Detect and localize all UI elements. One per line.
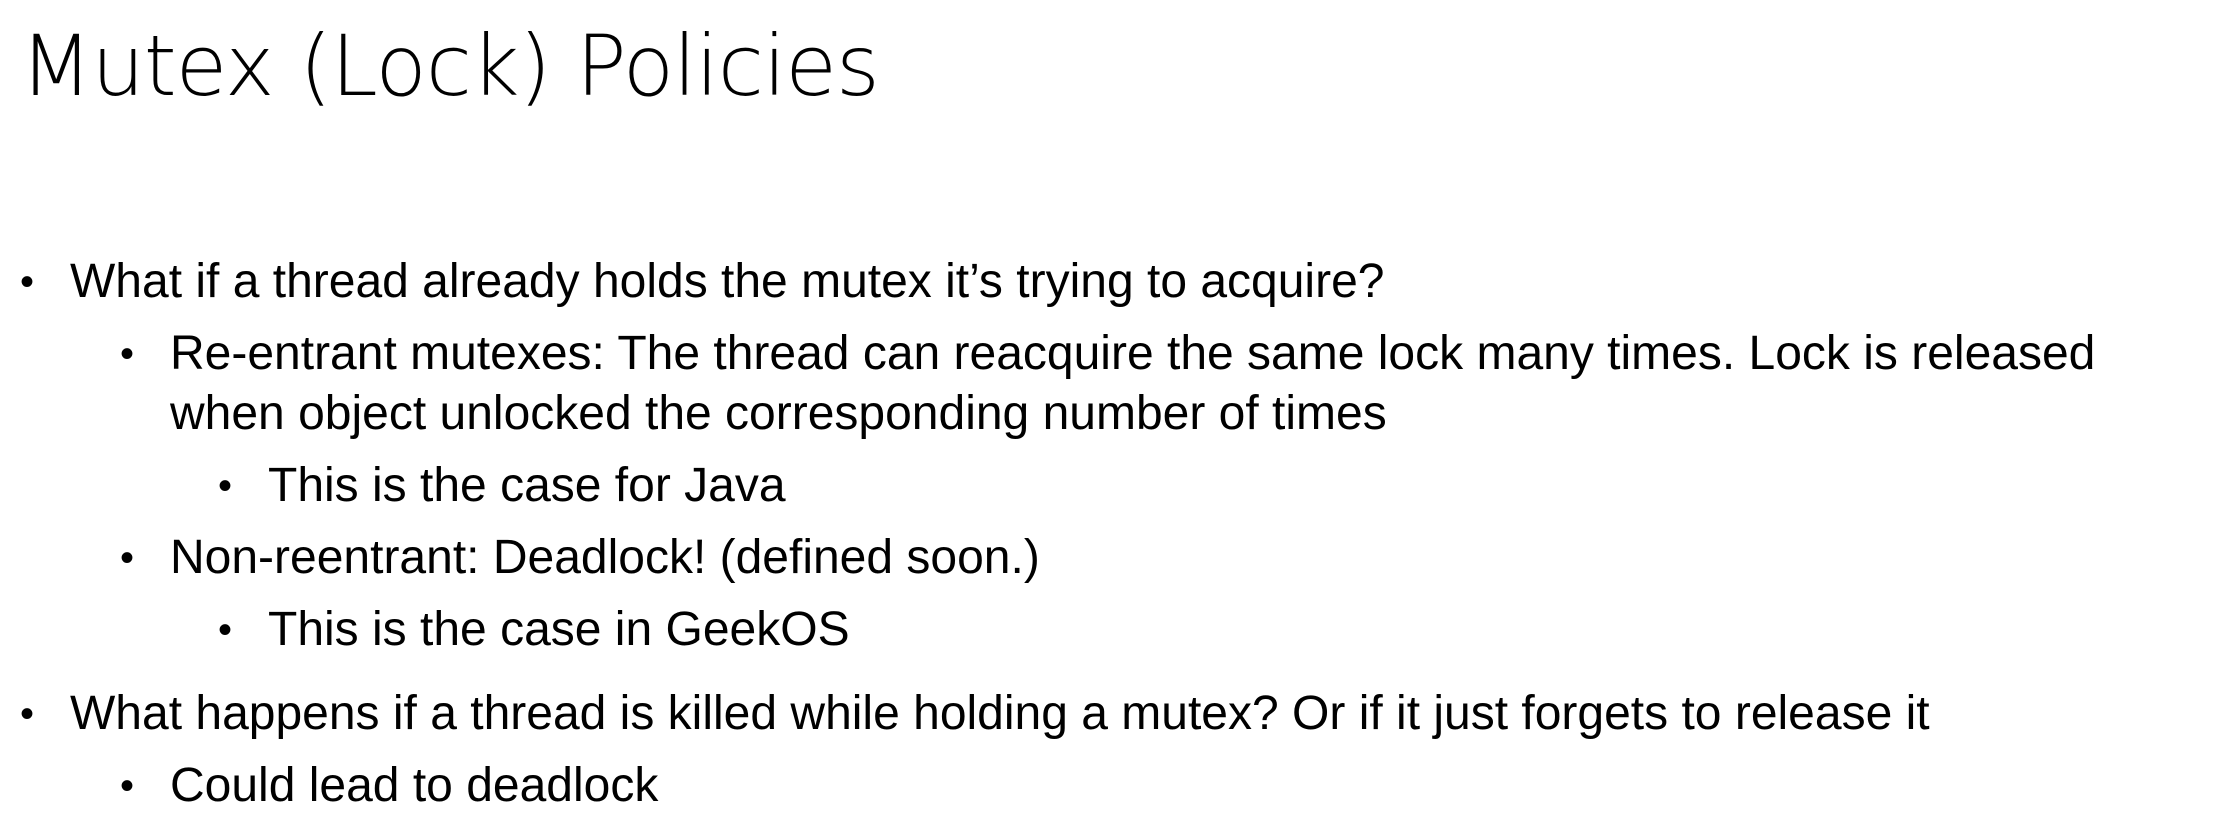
bullet-item: • Could lead to deadlock bbox=[0, 756, 2220, 816]
slide-title: Mutex (Lock) Policies bbox=[20, 17, 880, 115]
bullet-dot-icon: • bbox=[20, 260, 35, 304]
bullet-dot-icon: • bbox=[120, 764, 135, 808]
bullet-list: • What if a thread already holds the mut… bbox=[0, 252, 2220, 816]
bullet-text: This is the case in GeekOS bbox=[268, 603, 850, 656]
bullet-text: Non-reentrant: Deadlock! (defined soon.) bbox=[170, 531, 1040, 584]
bullet-item: • Non-reentrant: Deadlock! (defined soon… bbox=[0, 528, 2220, 588]
bullet-dot-icon: • bbox=[120, 536, 135, 580]
bullet-text: What happens if a thread is killed while… bbox=[70, 687, 1930, 740]
bullet-item: • What if a thread already holds the mut… bbox=[0, 252, 2220, 312]
bullet-dot-icon: • bbox=[218, 464, 233, 508]
bullet-text: Re-entrant mutexes: The thread can reacq… bbox=[170, 327, 2096, 380]
bullet-text-continuation: when object unlocked the corresponding n… bbox=[170, 387, 1387, 440]
bullet-dot-icon: • bbox=[120, 332, 135, 376]
bullet-dot-icon: • bbox=[20, 692, 35, 736]
bullet-text: Could lead to deadlock bbox=[170, 759, 659, 812]
bullet-item: • Re-entrant mutexes: The thread can rea… bbox=[0, 324, 2220, 444]
bullet-item: • This is the case in GeekOS bbox=[0, 600, 2220, 660]
bullet-text: What if a thread already holds the mutex… bbox=[70, 255, 1385, 308]
bullet-text: This is the case for Java bbox=[268, 459, 786, 512]
bullet-item: • What happens if a thread is killed whi… bbox=[0, 684, 2220, 744]
bullet-item: • This is the case for Java bbox=[0, 456, 2220, 516]
bullet-dot-icon: • bbox=[218, 608, 233, 652]
